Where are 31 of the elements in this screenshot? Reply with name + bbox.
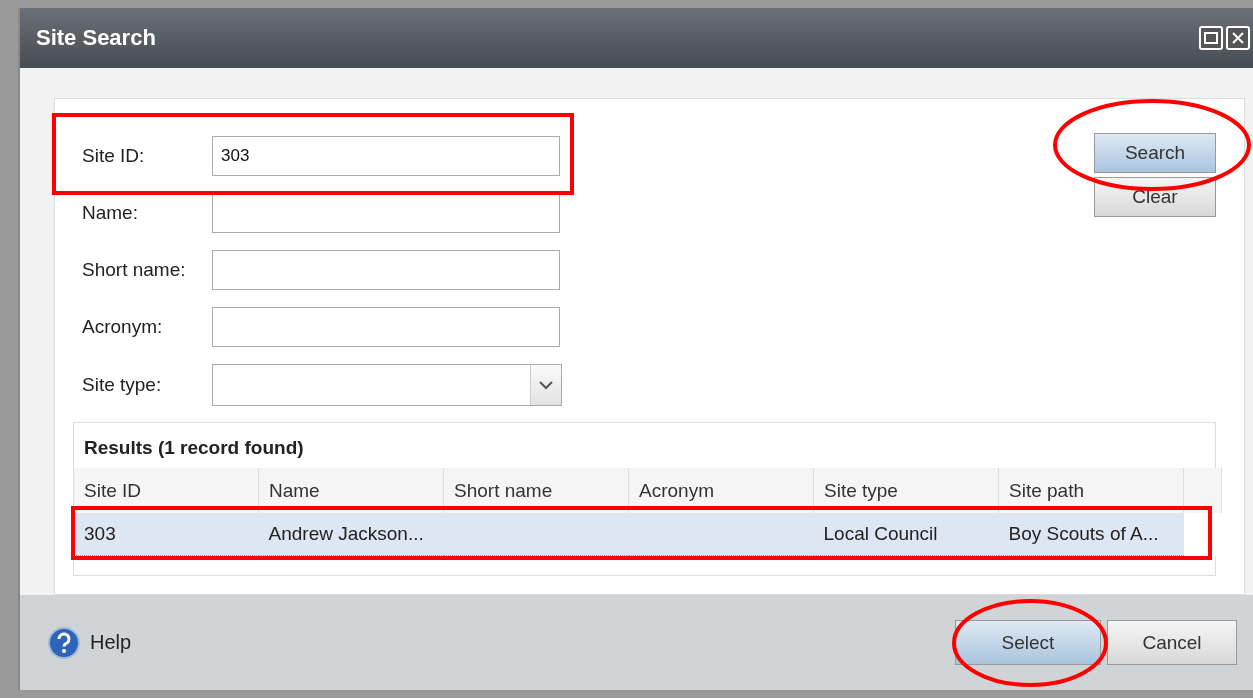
- maximize-icon[interactable]: [1199, 26, 1223, 50]
- search-button[interactable]: Search: [1094, 133, 1216, 173]
- field-label: Short name:: [82, 259, 187, 281]
- clear-button[interactable]: Clear: [1094, 177, 1216, 217]
- column-header[interactable]: Site type: [813, 468, 999, 513]
- column-header[interactable]: Site ID: [74, 468, 259, 513]
- caret-icon: [539, 380, 553, 390]
- help-icon[interactable]: [48, 626, 80, 659]
- column-header[interactable]: Name: [258, 468, 444, 513]
- table-cell: Boy Scouts of A...: [998, 513, 1184, 556]
- field-label: Site ID:: [82, 145, 146, 167]
- input-field[interactable]: [212, 250, 560, 290]
- close-icon[interactable]: [1226, 26, 1250, 50]
- column-header[interactable]: Short name: [443, 468, 629, 513]
- field-label: Acronym:: [82, 316, 164, 338]
- window-title: Site Search: [36, 25, 157, 51]
- help-link[interactable]: Help: [90, 631, 132, 654]
- column-header[interactable]: Acronym: [628, 468, 814, 513]
- table-cell: 303: [74, 513, 259, 556]
- table-cell: Andrew Jackson...: [258, 513, 444, 556]
- select-button[interactable]: Select: [955, 620, 1101, 665]
- cancel-button[interactable]: Cancel: [1107, 620, 1237, 665]
- column-header[interactable]: Site path: [998, 468, 1184, 513]
- table-cell: Local Council: [813, 513, 999, 556]
- input-field[interactable]: [212, 193, 560, 233]
- dropdown-field[interactable]: [212, 364, 562, 406]
- results-heading: Results (1 record found): [83, 436, 305, 460]
- field-label: Site type:: [82, 374, 163, 396]
- input-field[interactable]: [212, 307, 560, 347]
- input-field[interactable]: 303: [212, 136, 560, 176]
- field-label: Name:: [82, 202, 139, 224]
